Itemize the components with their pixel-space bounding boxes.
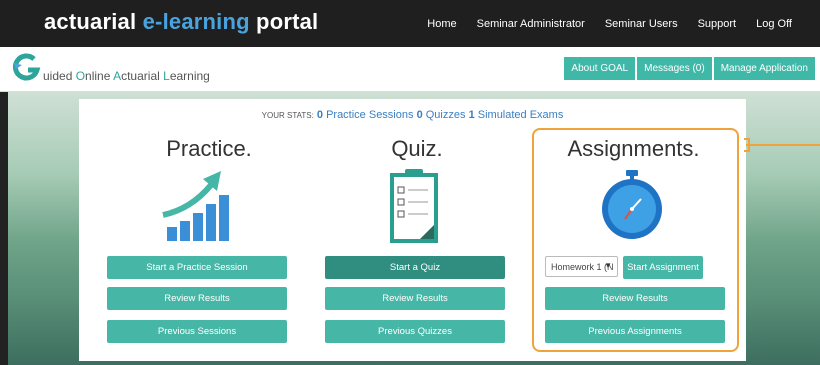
clipboard-icon <box>390 169 438 243</box>
nav-support[interactable]: Support <box>698 18 737 30</box>
sub-nav: About GOAL Messages (0) Manage Applicati… <box>564 57 815 80</box>
growth-chart-icon <box>162 171 229 241</box>
logo-cap-a: A <box>113 69 122 83</box>
logo-cap-l: L <box>163 69 170 83</box>
logo-word-learning: earning <box>169 69 210 83</box>
practice-title: Practice. <box>166 136 252 161</box>
logo-word-actuarial: ctuarial <box>121 69 164 83</box>
top-nav: Home Seminar Administrator Seminar Users… <box>427 0 792 47</box>
logo-word-guided: uided <box>43 69 76 83</box>
highlight-pointer-line <box>746 144 820 146</box>
brand-prefix: actuarial <box>44 9 143 34</box>
start-practice-session-button[interactable]: Start a Practice Session <box>107 256 287 279</box>
about-goal-button[interactable]: About GOAL <box>564 57 636 80</box>
nav-seminar-users[interactable]: Seminar Users <box>605 18 678 30</box>
logo-word-online: nline <box>85 69 114 83</box>
assignments-highlight-box <box>532 128 739 352</box>
quiz-column: Quiz. Start a Quiz Review Results Previo… <box>313 99 521 361</box>
practice-column: Practice. Start a Practice Session Revie… <box>105 99 313 361</box>
quiz-title: Quiz. <box>391 136 443 161</box>
manage-application-button[interactable]: Manage Application <box>713 57 815 80</box>
logo-cap-o: O <box>75 69 86 83</box>
goal-logo-text: uided Online Actuarial Learning <box>43 69 210 83</box>
goal-logo-icon[interactable] <box>12 53 42 83</box>
brand-suffix: portal <box>249 9 319 34</box>
previous-quizzes-button[interactable]: Previous Quizzes <box>325 320 505 343</box>
portal-brand[interactable]: actuarial e-learning portal <box>44 9 318 35</box>
brand-highlight: e-learning <box>142 9 250 34</box>
nav-seminar-administrator[interactable]: Seminar Administrator <box>477 18 585 30</box>
quiz-review-results-button[interactable]: Review Results <box>325 287 505 310</box>
nav-log-off[interactable]: Log Off <box>756 18 792 30</box>
start-quiz-button[interactable]: Start a Quiz <box>325 256 505 279</box>
previous-sessions-button[interactable]: Previous Sessions <box>107 320 287 343</box>
left-edge <box>0 92 8 365</box>
nav-home[interactable]: Home <box>427 18 456 30</box>
top-bar: actuarial e-learning portal Home Seminar… <box>0 0 820 47</box>
messages-button[interactable]: Messages (0) <box>637 57 712 80</box>
sub-bar: uided Online Actuarial Learning About GO… <box>0 47 820 92</box>
practice-review-results-button[interactable]: Review Results <box>107 287 287 310</box>
